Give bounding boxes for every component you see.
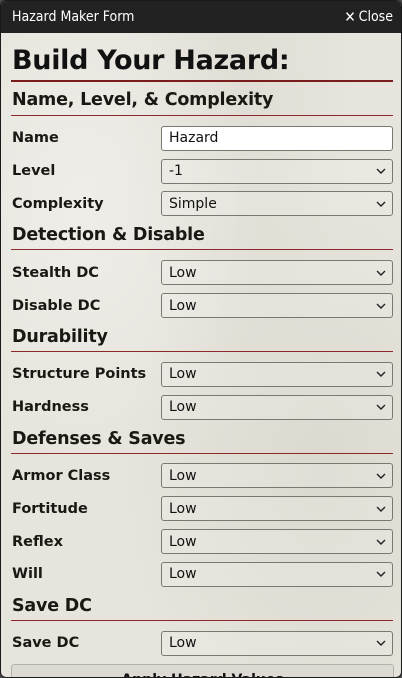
complexity-label: Complexity (12, 195, 104, 212)
row-level: Level -1 (11, 155, 393, 188)
stealth-select[interactable]: Low (161, 260, 393, 286)
chevron-down-icon (376, 168, 386, 175)
chevron-down-icon (376, 473, 386, 479)
reflex-select[interactable]: Low (161, 529, 393, 555)
fortitude-label: Fortitude (12, 500, 88, 517)
row-complexity: Complexity Simple (11, 188, 393, 221)
section-name-level-complexity: Name, Level, & Complexity (11, 82, 393, 116)
will-select[interactable]: Low (161, 561, 393, 587)
level-select-value: -1 (169, 163, 183, 180)
form-heading: Build Your Hazard: (11, 39, 393, 82)
fortitude-select[interactable]: Low (161, 496, 393, 522)
level-select[interactable]: -1 (161, 158, 393, 184)
chevron-down-icon (376, 270, 386, 276)
chevron-down-icon (376, 506, 386, 512)
row-reflex: Reflex Low (11, 525, 393, 558)
row-ac: Armor Class Low (11, 460, 393, 493)
ac-select-value: Low (169, 467, 197, 484)
will-label: Will (12, 566, 43, 583)
stealth-select-value: Low (169, 264, 197, 281)
fortitude-select-value: Low (169, 500, 197, 517)
will-select-value: Low (169, 566, 197, 583)
section-detection-disable: Detection & Disable (11, 220, 393, 251)
section-durability: Durability (11, 322, 393, 352)
hardness-label: Hardness (12, 399, 89, 416)
chevron-down-icon (376, 571, 386, 578)
row-will: Will Low (11, 558, 393, 591)
window-titlebar[interactable]: Hazard Maker Form ✕ Close (1, 1, 401, 33)
row-stealth: Stealth DC Low (11, 256, 393, 289)
name-label: Name (12, 130, 59, 147)
row-savedc: Save DC Low (11, 627, 393, 660)
chevron-down-icon (376, 371, 386, 378)
structure-select-value: Low (169, 366, 197, 383)
section-save-dc: Save DC (11, 591, 393, 621)
ac-label: Armor Class (12, 467, 111, 484)
chevron-down-icon (376, 201, 386, 207)
window-title: Hazard Maker Form (12, 9, 135, 25)
close-icon: ✕ (344, 7, 356, 26)
row-structure: Structure Points Low (11, 358, 393, 391)
ac-select[interactable]: Low (161, 463, 393, 489)
close-button[interactable]: ✕ Close (344, 9, 393, 25)
row-name: Name Hazard (11, 122, 393, 155)
chevron-down-icon (376, 539, 386, 545)
savedc-label: Save DC (12, 635, 80, 652)
chevron-down-icon (376, 404, 386, 411)
complexity-select[interactable]: Simple (161, 191, 393, 217)
savedc-select[interactable]: Low (161, 630, 393, 656)
stealth-label: Stealth DC (12, 264, 99, 281)
name-input[interactable]: Hazard (161, 125, 393, 151)
disable-select-value: Low (169, 297, 197, 314)
reflex-label: Reflex (12, 533, 63, 550)
chevron-down-icon (376, 303, 386, 309)
apply-hazard-values-button[interactable]: Apply Hazard Values (11, 663, 394, 677)
savedc-select-value: Low (169, 635, 197, 652)
section-defenses-saves: Defenses & Saves (11, 424, 393, 454)
structure-label: Structure Points (12, 366, 147, 383)
row-hardness: Hardness Low (11, 391, 393, 424)
name-input-value: Hazard (169, 130, 219, 147)
complexity-select-value: Simple (169, 195, 217, 212)
hardness-select-value: Low (169, 399, 197, 416)
level-label: Level (12, 163, 56, 180)
disable-select[interactable]: Low (161, 293, 393, 319)
form-content: Build Your Hazard: Name, Level, & Comple… (1, 33, 401, 677)
structure-select[interactable]: Low (161, 361, 393, 387)
hazard-maker-window: Hazard Maker Form ✕ Close Build Your Haz… (0, 0, 402, 678)
chevron-down-icon (376, 640, 386, 647)
row-fortitude: Fortitude Low (11, 492, 393, 525)
reflex-select-value: Low (169, 533, 197, 550)
close-label: Close (358, 9, 393, 25)
hardness-select[interactable]: Low (161, 394, 393, 420)
row-disable: Disable DC Low (11, 289, 393, 322)
disable-label: Disable DC (12, 297, 101, 314)
